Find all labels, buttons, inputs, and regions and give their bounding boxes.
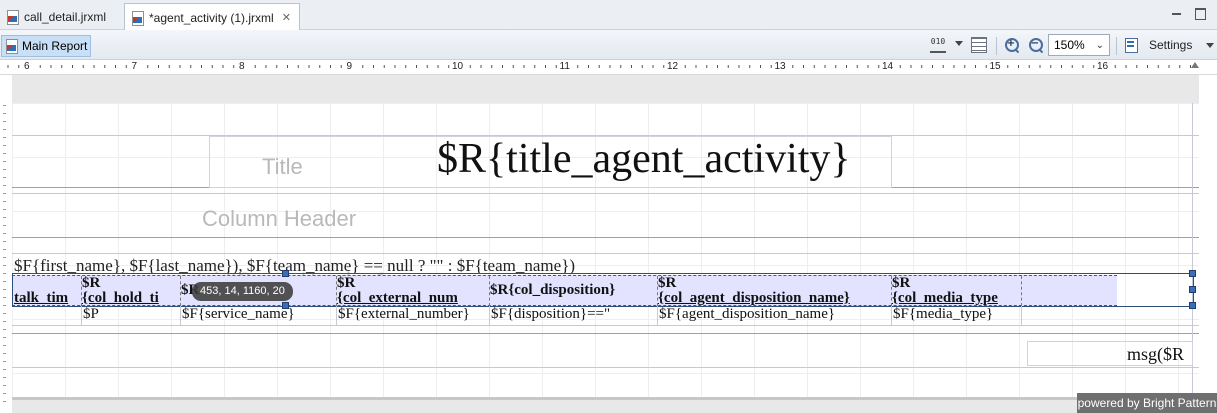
selection-bounds-tooltip: 453, 14, 1160, 20 — [192, 282, 293, 301]
resize-handle-right[interactable] — [1189, 286, 1196, 293]
zoom-out-icon[interactable]: − — [1028, 37, 1044, 53]
editor-tab-bar: call_detail.jrxml *agent_activity (1).jr… — [0, 0, 1217, 31]
toolbar-separator — [996, 37, 997, 55]
ruler-number: 16 — [1096, 60, 1110, 73]
ruler-number: 7 — [130, 60, 139, 73]
page-bottom-margin — [12, 397, 1199, 413]
grid-toggle-icon[interactable] — [971, 37, 987, 53]
tab-agent-activity[interactable]: *agent_activity (1).jrxml ✕ — [124, 3, 300, 31]
tab-label: call_detail.jrxml — [24, 9, 107, 24]
jrxml-file-icon — [131, 10, 144, 26]
main-report-button[interactable]: Main Report — [1, 35, 91, 57]
minimize-icon[interactable] — [1170, 6, 1184, 20]
settings-button[interactable]: Settings — [1149, 38, 1192, 52]
detail-cell-talk-time[interactable] — [14, 306, 82, 325]
jrxml-file-icon — [6, 9, 19, 25]
band-separator[interactable] — [12, 333, 1199, 334]
ruler-ticks — [7, 65, 1191, 68]
report-icon — [5, 39, 18, 54]
element-number-icon[interactable]: 010 — [930, 37, 946, 53]
ruler-number: 13 — [773, 60, 787, 73]
resize-handle-top[interactable] — [282, 270, 289, 277]
band-guide — [12, 193, 1199, 194]
chevron-down-icon: ⌄ — [1095, 40, 1104, 51]
zoom-value: 150% — [1054, 38, 1085, 52]
detail-cell-external-number[interactable]: $F{external_number} — [337, 306, 490, 325]
ruler-number: 11 — [558, 60, 571, 73]
ruler-number: 14 — [881, 60, 895, 73]
left-gutter — [3, 105, 6, 405]
footer-expression[interactable]: msg($R — [1127, 343, 1184, 365]
ruler-number: 8 — [238, 60, 246, 73]
tab-call-detail[interactable]: call_detail.jrxml — [0, 3, 122, 30]
band-guide — [12, 253, 1199, 254]
band-guide — [12, 367, 1199, 368]
toolbar-separator — [1116, 37, 1117, 55]
chevron-down-icon[interactable] — [955, 41, 963, 46]
title-band-label: Title — [262, 154, 303, 179]
detail-cell-media-type[interactable]: $F{media_type} — [892, 306, 1022, 325]
report-design-canvas[interactable]: Title $R{title_agent_activity} Column He… — [0, 75, 1217, 413]
detail-cell-service-name[interactable]: $F{service_name} — [181, 306, 337, 325]
ruler-number: 6 — [23, 60, 31, 73]
band-guide — [12, 325, 1199, 326]
ruler-number: 9 — [345, 60, 354, 73]
report-toolbar: Main Report 010 + − 150% ⌄ Settings — [0, 30, 1217, 60]
zoom-select[interactable]: 150% ⌄ — [1048, 34, 1110, 56]
horizontal-ruler: 6 7 8 9 10 11 12 13 14 15 16 — [0, 60, 1217, 75]
title-expression[interactable]: $R{title_agent_activity} — [437, 135, 851, 183]
main-report-label: Main Report — [22, 39, 88, 53]
tab-label: *agent_activity (1).jrxml — [149, 10, 274, 25]
ruler-number: 15 — [988, 60, 1002, 73]
detail-cell-agent-disposition-name[interactable]: $F{agent_disposition_name} — [658, 306, 892, 325]
ruler-number: 10 — [451, 60, 465, 73]
zoom-in-icon[interactable]: + — [1004, 37, 1020, 53]
column-header-band-label: Column Header — [202, 206, 357, 231]
maximize-icon[interactable] — [1193, 6, 1207, 20]
selection-frame[interactable] — [12, 273, 1194, 307]
detail-cell-hold-time[interactable]: $P — [82, 306, 181, 325]
settings-icon[interactable] — [1123, 37, 1139, 53]
close-tab-icon[interactable]: ✕ — [282, 11, 291, 24]
powered-by-badge: powered by Bright Pattern — [1077, 393, 1217, 413]
resize-handle-top-right[interactable] — [1189, 270, 1196, 277]
resize-handle-bottom-right[interactable] — [1189, 302, 1196, 309]
scroll-up-icon[interactable] — [1191, 62, 1199, 68]
chevron-down-icon[interactable] — [1206, 43, 1214, 48]
page-top-margin — [12, 75, 1199, 106]
ruler-number: 12 — [666, 60, 680, 73]
detail-cell-disposition[interactable]: $F{disposition}==" — [490, 306, 658, 325]
resize-handle-bottom[interactable] — [282, 302, 289, 309]
band-separator[interactable] — [12, 237, 1199, 238]
